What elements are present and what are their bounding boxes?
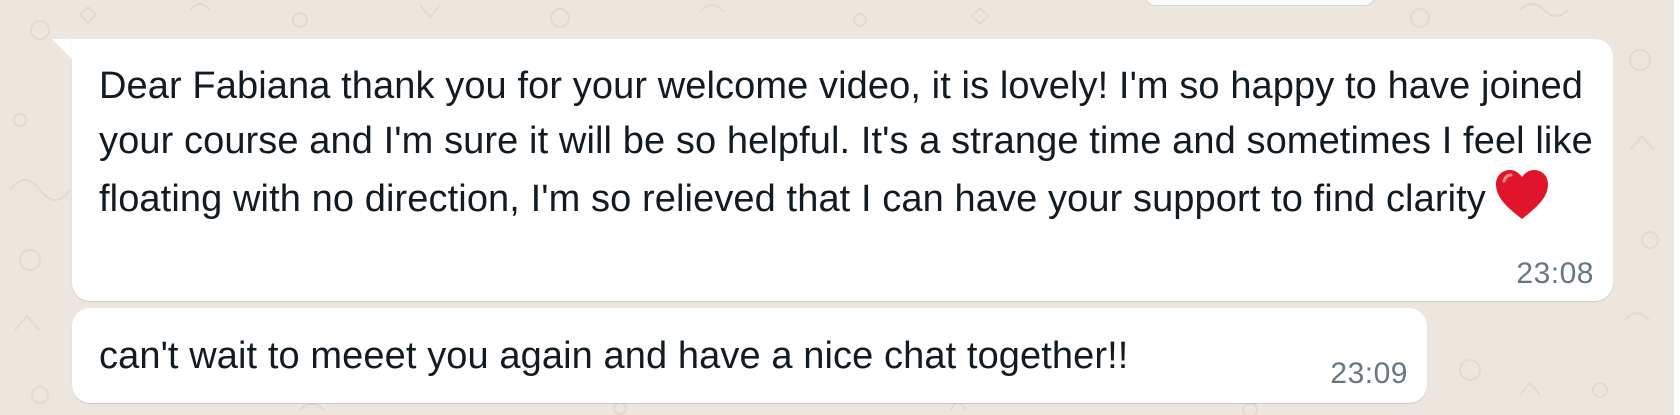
message-timestamp: 23:08 bbox=[1516, 257, 1594, 290]
message-body: Dear Fabiana thank you for your welcome … bbox=[99, 65, 1604, 220]
message-text: can't wait to meeet you again and have a… bbox=[99, 335, 1129, 377]
scrollbar-track[interactable] bbox=[1674, 0, 1680, 415]
message-bubble[interactable]: can't wait to meeet you again and have a… bbox=[72, 308, 1427, 403]
bubble-tail bbox=[52, 39, 74, 61]
heart-emoji-icon bbox=[1494, 169, 1550, 237]
message-timestamp: 23:09 bbox=[1330, 357, 1408, 390]
message-bubble[interactable]: Dear Fabiana thank you for your welcome … bbox=[72, 39, 1613, 301]
date-divider-pill bbox=[1145, 0, 1375, 6]
message-text: Dear Fabiana thank you for your welcome … bbox=[99, 59, 1609, 237]
